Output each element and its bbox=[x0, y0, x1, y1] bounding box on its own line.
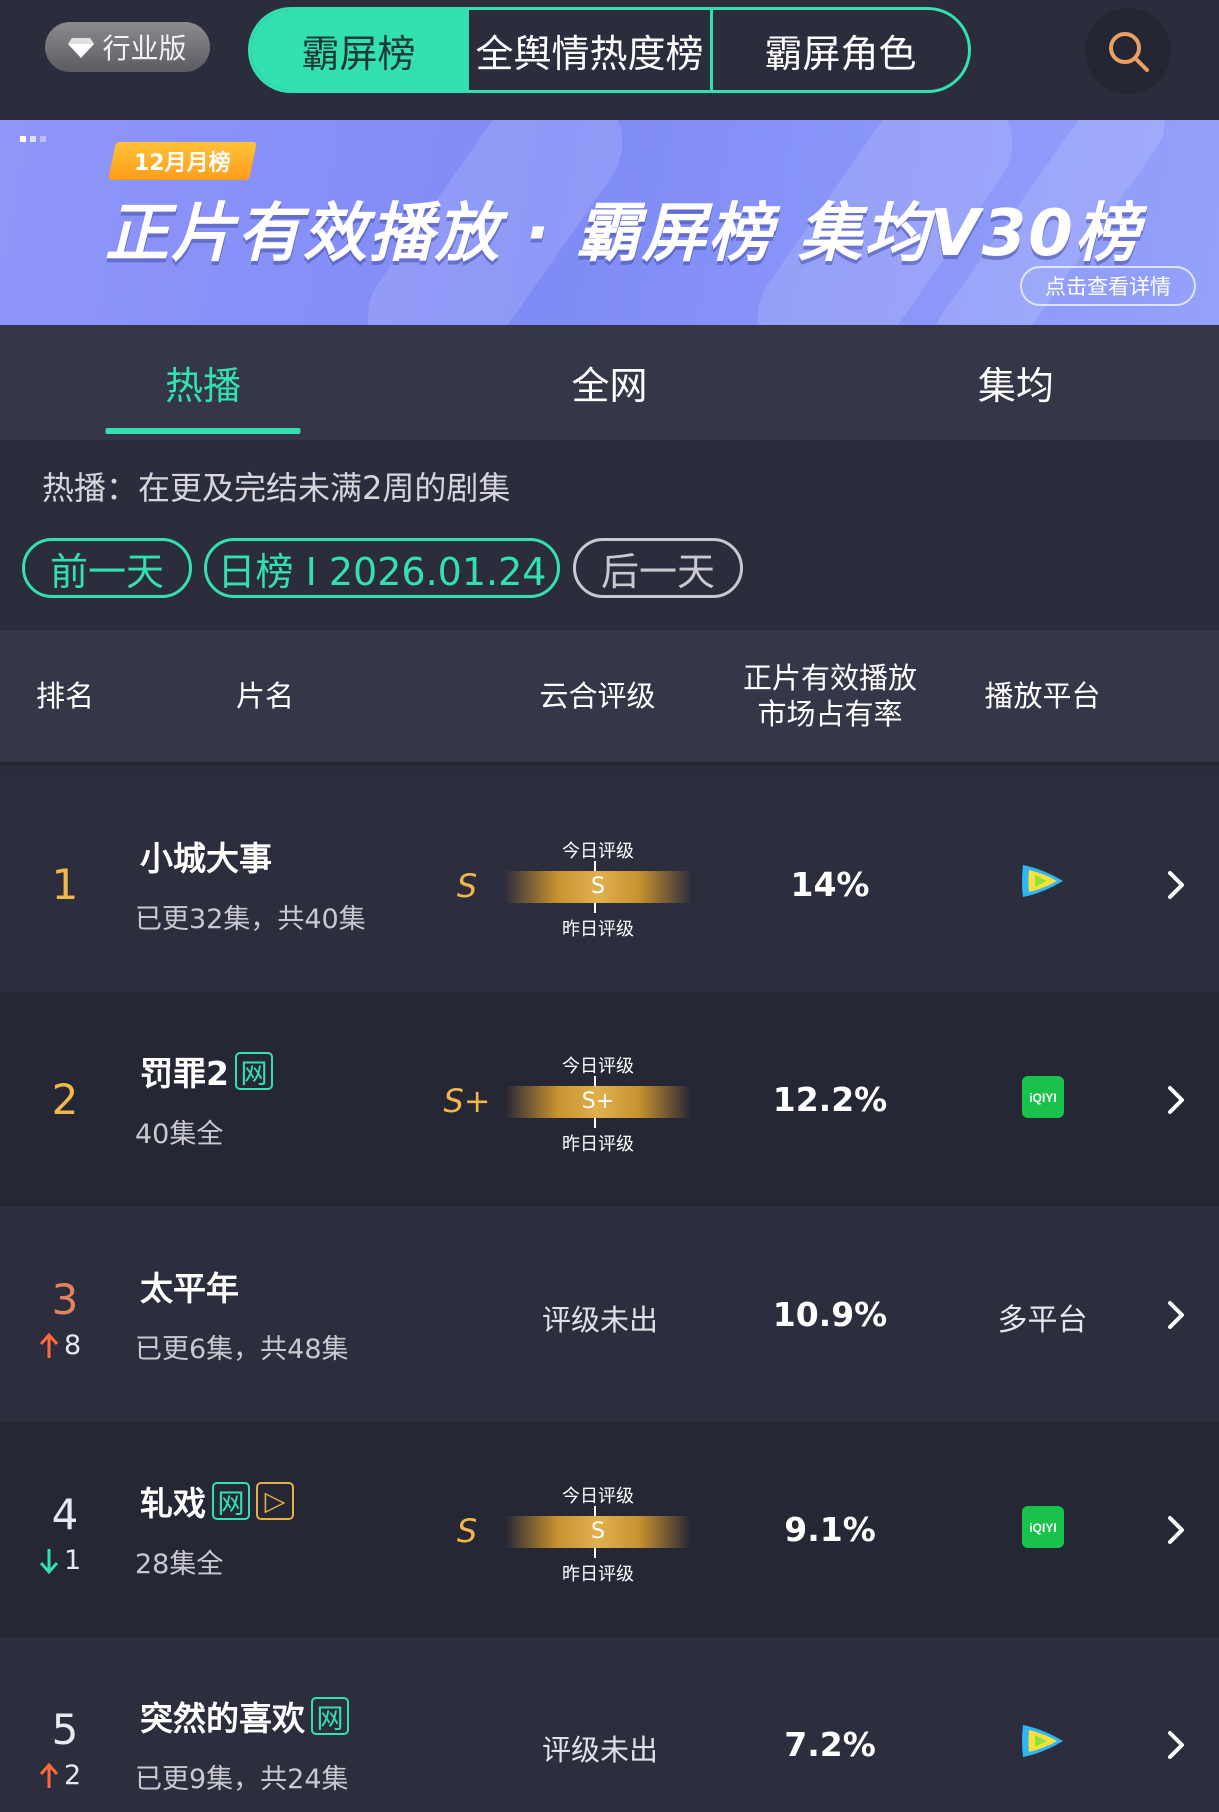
grade-yesterday: S bbox=[456, 1512, 478, 1550]
arrow-up-icon bbox=[39, 1332, 59, 1358]
rank-number: 5 bbox=[51, 1705, 79, 1754]
diamond-icon bbox=[68, 38, 95, 58]
tab-quanyuqing[interactable]: 全舆情热度榜 bbox=[469, 10, 713, 90]
tab-bapingjuese[interactable]: 霸屏角色 bbox=[713, 10, 968, 90]
subtab-quanwang[interactable]: 全网 bbox=[406, 325, 812, 440]
table-row[interactable]: 2 罚罪2 网 40集全 S+ 今日评级 S+ 昨日评级 12.2% iQIYI bbox=[0, 992, 1219, 1207]
episode-info: 已更6集，共48集 bbox=[135, 1334, 349, 1365]
month-badge: 12月月榜 bbox=[107, 142, 257, 180]
subtab-jijun[interactable]: 集均 bbox=[813, 325, 1219, 440]
sub-tab-bar: 热播 全网 集均 bbox=[0, 325, 1219, 440]
episode-info: 28集全 bbox=[135, 1549, 224, 1580]
episode-info: 已更9集，共24集 bbox=[135, 1764, 349, 1795]
banner-title: 正片有效播放 · 霸屏榜 集均V30榜 bbox=[105, 197, 1141, 271]
grade-pending: 评级未出 bbox=[541, 1733, 658, 1767]
platform-iqiyi-logo: iQIYI bbox=[985, 1076, 1100, 1118]
header-title: 片名 bbox=[235, 679, 294, 713]
tencent-video-icon bbox=[1021, 865, 1063, 897]
show-title: 轧戏网 ▷ bbox=[140, 1477, 294, 1525]
web-drama-tag: 网 bbox=[212, 1482, 250, 1520]
show-title: 突然的喜欢网 bbox=[140, 1692, 349, 1740]
market-share: 7.2% bbox=[784, 1725, 876, 1764]
next-day-button[interactable]: 后一天 bbox=[573, 538, 743, 598]
chevron-right-icon[interactable] bbox=[1160, 1295, 1190, 1335]
search-icon bbox=[1109, 32, 1149, 72]
search-button[interactable] bbox=[1085, 8, 1171, 94]
episode-info: 40集全 bbox=[135, 1119, 224, 1150]
show-title: 太平年 bbox=[140, 1269, 239, 1308]
svg-text:iQIYI: iQIYI bbox=[1029, 1091, 1056, 1105]
grade-pending: 评级未出 bbox=[541, 1303, 658, 1337]
table-header: 排名 片名 云合评级 正片有效播放 市场占有率 播放平台 bbox=[0, 630, 1219, 765]
platform-iqiyi-logo: iQIYI bbox=[985, 1506, 1100, 1548]
table-row[interactable]: 3 8 太平年 已更6集，共48集 评级未出 10.9% 多平台 bbox=[0, 1207, 1219, 1422]
grade-today: S bbox=[591, 1519, 605, 1544]
rank-number: 4 bbox=[51, 1490, 79, 1539]
chevron-right-icon[interactable] bbox=[1160, 1725, 1190, 1765]
grade-yesterday: S bbox=[456, 867, 478, 905]
edition-label: 行业版 bbox=[102, 32, 187, 65]
market-share: 12.2% bbox=[772, 1080, 888, 1119]
platform-tencent-logo bbox=[985, 1721, 1100, 1761]
detail-button[interactable]: 点击查看详情 bbox=[1020, 266, 1196, 306]
header-share: 正片有效播放 市场占有率 bbox=[742, 661, 917, 731]
list-description: 热播：在更及完结未满2周的剧集 bbox=[42, 469, 511, 507]
header-grade: 云合评级 bbox=[539, 679, 656, 713]
main-tab-group: 霸屏榜 全舆情热度榜 霸屏角色 bbox=[248, 7, 971, 93]
exclusive-play-icon: ▷ bbox=[256, 1482, 294, 1520]
market-share: 14% bbox=[790, 865, 870, 904]
iqiyi-icon: iQIYI bbox=[1021, 1076, 1064, 1118]
tencent-video-icon bbox=[1021, 1725, 1063, 1757]
grade-indicator: 今日评级 S 昨日评级 bbox=[505, 837, 691, 940]
decor-dots bbox=[20, 136, 46, 142]
header-rank: 排名 bbox=[35, 679, 94, 713]
episode-info: 已更32集，共40集 bbox=[135, 904, 366, 935]
chevron-right-icon[interactable] bbox=[1160, 1510, 1190, 1550]
grade-indicator: 今日评级 S+ 昨日评级 bbox=[505, 1052, 691, 1155]
web-drama-tag: 网 bbox=[234, 1052, 273, 1090]
arrow-down-icon bbox=[39, 1548, 59, 1574]
tab-bapingbang[interactable]: 霸屏榜 bbox=[251, 10, 469, 90]
platform-tencent-logo bbox=[985, 861, 1100, 901]
grade-today: S+ bbox=[581, 1089, 615, 1114]
promo-banner[interactable]: 12月月榜 正片有效播放 · 霸屏榜 集均V30榜 点击查看详情 bbox=[0, 120, 1219, 325]
table-row[interactable]: 4 1 轧戏网 ▷ 28集全 S 今日评级 S 昨日评级 9.1% iQIYI bbox=[0, 1422, 1219, 1637]
grade-indicator: 今日评级 S 昨日评级 bbox=[505, 1482, 691, 1585]
arrow-up-icon bbox=[39, 1762, 59, 1788]
show-title: 罚罪2 网 bbox=[140, 1047, 273, 1095]
chevron-right-icon[interactable] bbox=[1160, 865, 1190, 905]
table-row[interactable]: 5 2 突然的喜欢网 已更9集，共24集 评级未出 7.2% bbox=[0, 1637, 1219, 1812]
platform-multi: 多平台 bbox=[997, 1303, 1088, 1338]
header-platform: 播放平台 bbox=[984, 679, 1101, 713]
rank-number: 3 bbox=[51, 1275, 79, 1324]
market-share: 9.1% bbox=[784, 1510, 876, 1549]
svg-text:iQIYI: iQIYI bbox=[1029, 1521, 1056, 1535]
iqiyi-icon: iQIYI bbox=[1021, 1506, 1064, 1548]
date-selector[interactable]: 日榜 I 2026.01.24 bbox=[204, 538, 560, 598]
rank-number: 2 bbox=[51, 1075, 79, 1124]
rank-change: 2 bbox=[38, 1760, 81, 1791]
prev-day-button[interactable]: 前一天 bbox=[22, 538, 192, 598]
rank-change: 1 bbox=[38, 1545, 81, 1576]
top-bar: 行业版 霸屏榜 全舆情热度榜 霸屏角色 bbox=[0, 0, 1219, 120]
rank-change: 8 bbox=[38, 1330, 81, 1361]
chevron-right-icon[interactable] bbox=[1160, 1080, 1190, 1120]
grade-today: S bbox=[591, 874, 605, 899]
show-title: 小城大事 bbox=[140, 839, 272, 878]
table-row[interactable]: 1 小城大事 已更32集，共40集 S 今日评级 S 昨日评级 14% bbox=[0, 777, 1219, 992]
web-drama-tag: 网 bbox=[311, 1697, 349, 1735]
edition-switch[interactable]: 行业版 bbox=[45, 22, 210, 72]
grade-yesterday: S+ bbox=[443, 1082, 491, 1120]
subtab-rebo[interactable]: 热播 bbox=[0, 325, 406, 440]
market-share: 10.9% bbox=[772, 1295, 888, 1334]
rank-number: 1 bbox=[51, 860, 79, 909]
